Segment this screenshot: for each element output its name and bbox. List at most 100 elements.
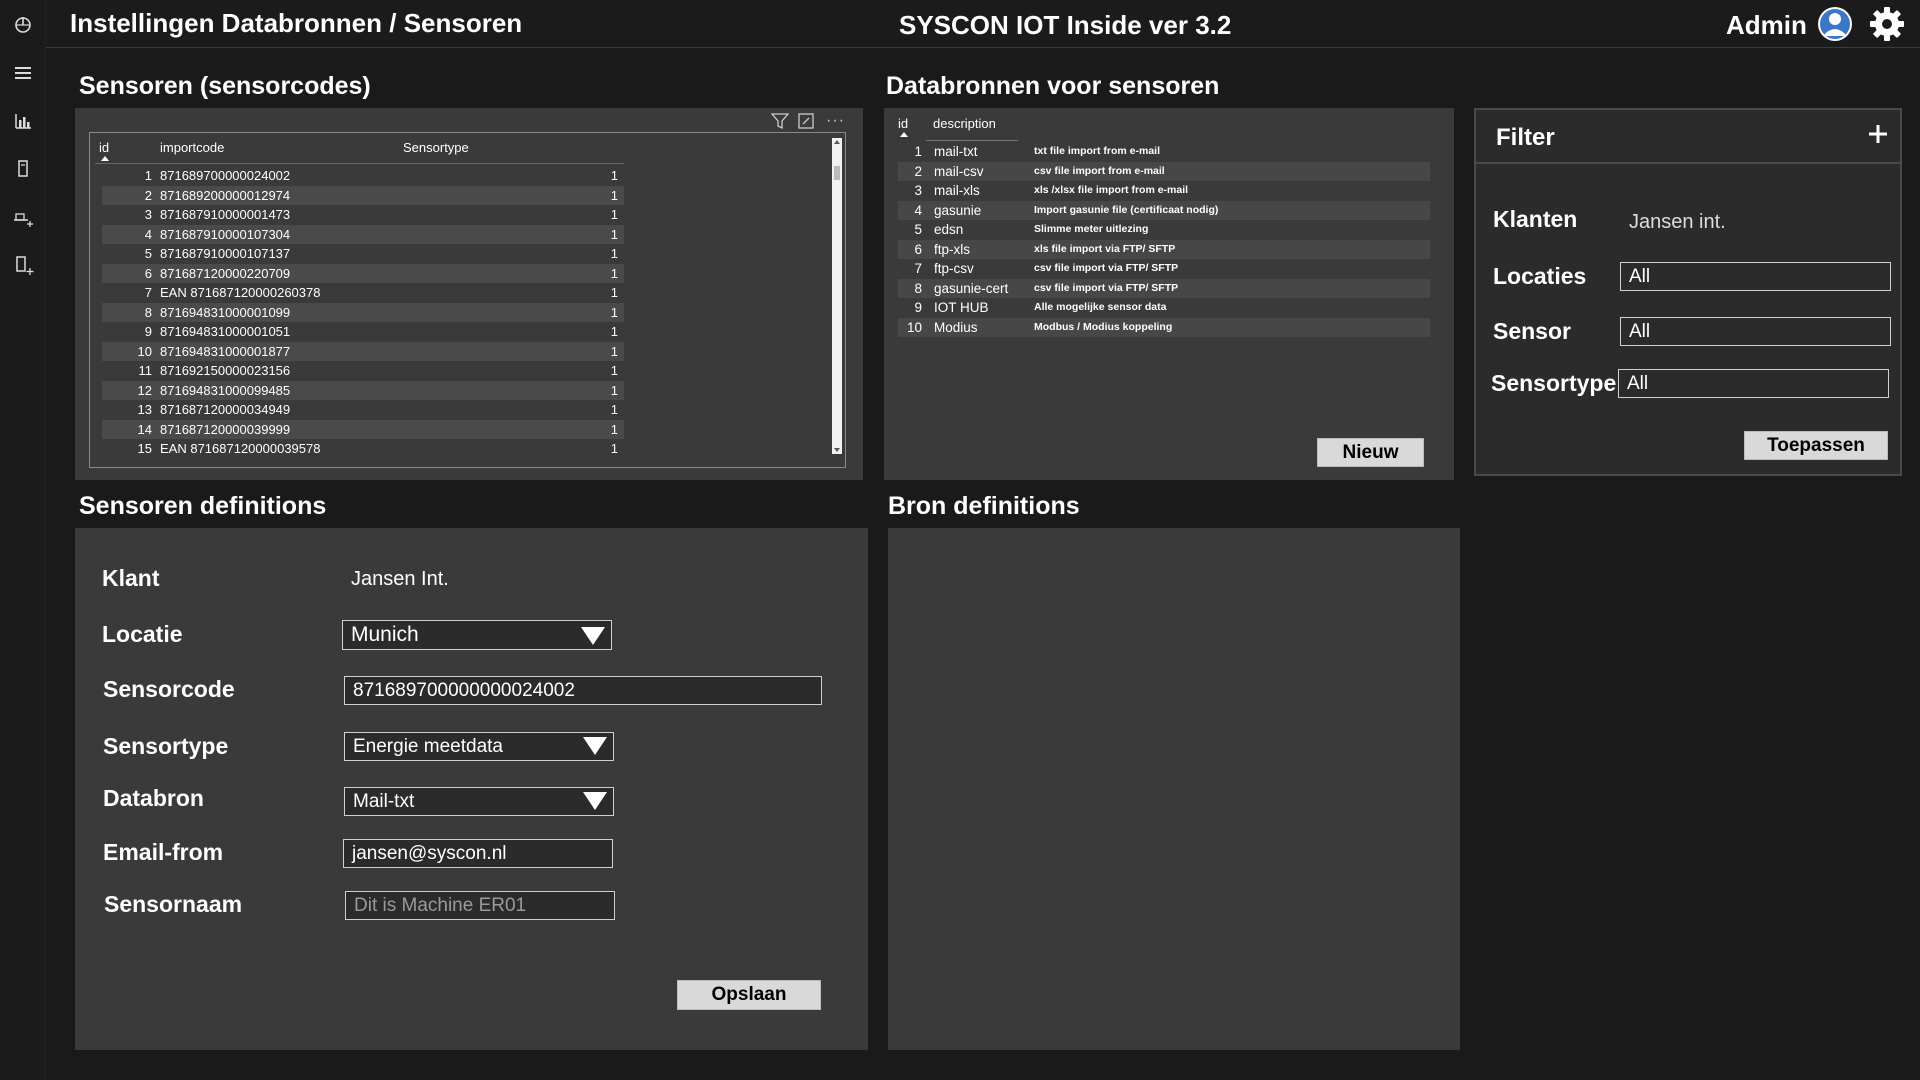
row-id: 3 bbox=[914, 183, 922, 198]
sensor-label: Sensor bbox=[1493, 318, 1571, 344]
table-row[interactable]: 3 mail-xls xls /xlsx file import from e-ma… bbox=[898, 181, 1430, 201]
scrollbar[interactable] bbox=[832, 138, 842, 454]
expand-icon[interactable] bbox=[798, 113, 814, 129]
databron-label: Databron bbox=[103, 785, 204, 811]
row-sensortype: 1 bbox=[610, 246, 618, 261]
column-header-sensortype[interactable]: Sensortype bbox=[403, 140, 469, 155]
locatie-label: Locatie bbox=[102, 621, 183, 647]
user-name[interactable]: Admin bbox=[1726, 10, 1807, 41]
row-sensortype: 1 bbox=[610, 285, 618, 300]
scroll-down-icon[interactable] bbox=[834, 448, 840, 452]
table-row[interactable]: 6 871687120000220709 1 bbox=[102, 263, 624, 283]
row-importcode: 871687910000107304 bbox=[160, 226, 291, 242]
table-row[interactable]: 6 ftp-xls xls file import via FTP/ SFTP bbox=[898, 239, 1430, 259]
table-row[interactable]: 14 871687120000039999 1 bbox=[102, 419, 624, 439]
klant-label: Klant bbox=[102, 565, 160, 591]
locaties-filter-input[interactable]: All bbox=[1620, 262, 1891, 291]
row-importcode: 871689700000024002 bbox=[160, 168, 291, 183]
row-id: 6 bbox=[144, 265, 152, 281]
column-header-id[interactable]: id bbox=[99, 140, 109, 155]
column-header-importcode[interactable]: importcode bbox=[160, 140, 224, 155]
row-importcode: 871689200000012974 bbox=[160, 187, 291, 203]
sensornaam-label: Sensornaam bbox=[104, 891, 243, 917]
avatar-icon[interactable] bbox=[1816, 5, 1854, 43]
sort-asc-icon bbox=[900, 132, 908, 137]
row-name: mail-txt bbox=[934, 144, 978, 159]
row-importcode: 871694831000099485 bbox=[160, 382, 291, 398]
sensortype-select[interactable]: Energie meetdata bbox=[344, 732, 614, 761]
table-row[interactable]: 5 edsn Slimme meter uitlezing bbox=[898, 220, 1430, 240]
chart-icon[interactable] bbox=[12, 110, 34, 132]
table-row[interactable]: 1 871689700000024002 1 bbox=[102, 166, 624, 186]
chevron-down-icon bbox=[583, 792, 607, 810]
table-row[interactable]: 9 871694831000001051 1 bbox=[102, 322, 624, 342]
new-button[interactable]: Nieuw bbox=[1317, 438, 1424, 467]
databron-column-id[interactable]: id bbox=[898, 116, 908, 131]
scrollbar-thumb[interactable] bbox=[834, 166, 840, 180]
row-name: IOT HUB bbox=[934, 300, 989, 315]
table-row[interactable]: 11 871692150000023156 1 bbox=[102, 361, 624, 381]
databron-select[interactable]: Mail-txt bbox=[344, 787, 614, 816]
apply-button[interactable]: Toepassen bbox=[1744, 431, 1888, 460]
row-importcode: EAN 871687120000039578 bbox=[160, 441, 321, 456]
row-id: 13 bbox=[137, 402, 152, 417]
row-id: 1 bbox=[144, 168, 152, 183]
email-from-input[interactable]: jansen@syscon.nl bbox=[343, 839, 613, 868]
databron-column-description[interactable]: description bbox=[933, 116, 996, 131]
sensortype-label: Sensortype bbox=[103, 733, 229, 759]
row-id: 1 bbox=[914, 144, 922, 159]
save-button[interactable]: Opslaan bbox=[677, 980, 821, 1010]
sensortype-filter-input[interactable]: All bbox=[1618, 369, 1889, 398]
row-id: 7 bbox=[914, 261, 922, 276]
menu-icon[interactable] bbox=[12, 62, 34, 84]
filter-panel: Filter Klanten Jansen int. Locaties All … bbox=[1474, 108, 1902, 476]
table-row[interactable]: 10 871694831000001877 1 bbox=[102, 341, 624, 361]
sensorcode-input[interactable]: 871689700000000024002 bbox=[344, 676, 822, 705]
table-row[interactable]: 5 871687910000107137 1 bbox=[102, 244, 624, 264]
row-name: ftp-xls bbox=[934, 241, 971, 257]
locatie-select[interactable]: Munich bbox=[342, 620, 612, 650]
klanten-value: Jansen int. bbox=[1629, 211, 1726, 233]
row-description: xls /xlsx file import from e-mail bbox=[1034, 184, 1189, 196]
row-sensortype: 1 bbox=[610, 343, 618, 359]
table-row[interactable]: 3 871687910000001473 1 bbox=[102, 205, 624, 225]
row-importcode: 871694831000001877 bbox=[160, 343, 291, 359]
table-row[interactable]: 2 871689200000012974 1 bbox=[102, 185, 624, 205]
table-row[interactable]: 4 gasunie Import gasunie file (certificaat… bbox=[898, 200, 1430, 220]
row-name: ftp-csv bbox=[934, 261, 974, 276]
device-icon[interactable] bbox=[12, 158, 34, 180]
locaties-label: Locaties bbox=[1493, 263, 1587, 289]
table-row[interactable]: 9 IOT HUB Alle mogelijke sensor data bbox=[898, 298, 1430, 318]
row-sensortype: 1 bbox=[610, 168, 618, 183]
table-row[interactable]: 15 EAN 871687120000039578 1 bbox=[102, 439, 624, 459]
table-row[interactable]: 7 EAN 871687120000260378 1 bbox=[102, 283, 624, 303]
sensor-add-icon[interactable] bbox=[12, 206, 34, 228]
scroll-up-icon[interactable] bbox=[834, 140, 840, 144]
bron-panel bbox=[888, 528, 1460, 1050]
table-row[interactable]: 12 871694831000099485 1 bbox=[102, 380, 624, 400]
row-importcode: 871692150000023156 bbox=[160, 363, 291, 378]
gear-icon[interactable] bbox=[1868, 5, 1906, 43]
table-row[interactable]: 4 871687910000107304 1 bbox=[102, 224, 624, 244]
row-name: Modius bbox=[934, 319, 978, 335]
row-importcode: 871687910000001473 bbox=[160, 207, 291, 222]
table-row[interactable]: 8 871694831000001099 1 bbox=[102, 302, 624, 322]
device-add-icon[interactable] bbox=[12, 254, 34, 276]
row-name: edsn bbox=[934, 222, 964, 237]
row-id: 7 bbox=[144, 285, 152, 300]
power-icon[interactable] bbox=[12, 14, 34, 36]
table-row[interactable]: 13 871687120000034949 1 bbox=[102, 400, 624, 420]
table-row[interactable]: 10 Modius Modbus / Modius koppeling bbox=[898, 317, 1430, 337]
more-options-icon[interactable]: ··· bbox=[826, 112, 845, 130]
table-row[interactable]: 8 gasunie-cert csv file import via FTP/ SF… bbox=[898, 278, 1430, 298]
table-row[interactable]: 7 ftp-csv csv file import via FTP/ SFTP bbox=[898, 259, 1430, 279]
table-row[interactable]: 2 mail-csv csv file import from e-mail bbox=[898, 161, 1430, 181]
sensor-filter-input[interactable]: All bbox=[1620, 317, 1891, 346]
plus-icon[interactable] bbox=[1866, 122, 1890, 146]
filter-icon[interactable] bbox=[771, 113, 789, 129]
row-importcode: 871687910000107137 bbox=[160, 246, 291, 261]
table-row[interactable]: 1 mail-txt txt file import from e-mail bbox=[898, 142, 1430, 162]
row-id: 14 bbox=[137, 421, 152, 437]
sensornaam-input[interactable]: Dit is Machine ER01 bbox=[345, 891, 615, 920]
row-description: Alle mogelijke sensor data bbox=[1034, 301, 1167, 313]
